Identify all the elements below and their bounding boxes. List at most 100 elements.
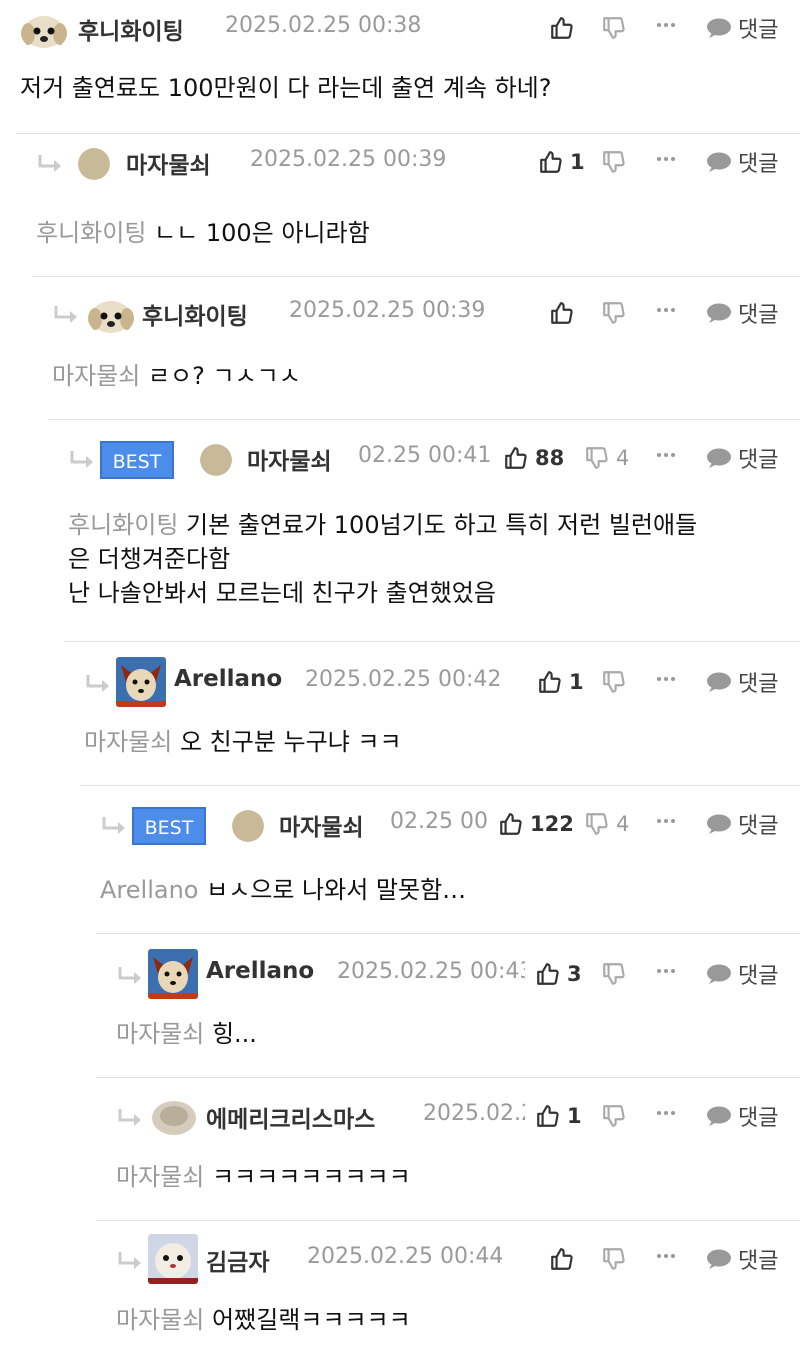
- comment-item: Arellano 2025.02.25 00:42 1 댓글 마자물쇠 오 친구…: [64, 641, 800, 785]
- comment-author[interactable]: 마자물쇠: [279, 808, 364, 842]
- dislike-button[interactable]: [601, 146, 633, 178]
- like-button[interactable]: [549, 1243, 581, 1275]
- like-button[interactable]: 1: [535, 1100, 582, 1132]
- comment-body: 마자물쇠 ㄹㅇ? ㄱㅅㄱㅅ: [52, 359, 301, 393]
- speech-bubble-icon: [707, 18, 731, 38]
- comment-date: 2025.02.25 00:39: [250, 147, 447, 172]
- comment-author[interactable]: 후니화이팅: [142, 297, 248, 331]
- like-button[interactable]: 1: [537, 666, 584, 698]
- comment-author[interactable]: Arellano: [174, 666, 282, 692]
- thumbs-down-icon: [586, 447, 608, 469]
- like-button[interactable]: [549, 297, 581, 329]
- dislike-button[interactable]: [601, 12, 633, 44]
- comment-author[interactable]: 마자물쇠: [126, 146, 211, 180]
- like-button[interactable]: [549, 12, 581, 44]
- mention-user[interactable]: 마자물쇠: [116, 1306, 204, 1334]
- thumbs-down-icon: [603, 1248, 625, 1270]
- thumbs-up-icon: [551, 302, 573, 324]
- dislike-button[interactable]: [601, 958, 633, 990]
- more-options-button[interactable]: [655, 668, 677, 694]
- dislike-button[interactable]: [601, 297, 633, 329]
- mention-user[interactable]: 후니화이팅: [36, 219, 146, 247]
- like-count: 1: [570, 150, 585, 174]
- more-options-button[interactable]: [655, 1102, 677, 1128]
- comment-author[interactable]: Arellano: [206, 958, 314, 984]
- speech-bubble-icon: [707, 814, 731, 834]
- thumbs-up-icon: [537, 1105, 559, 1127]
- reply-label: 댓글: [738, 303, 779, 328]
- comment-text: ㄴㄴ 100은 아니라함: [154, 219, 370, 247]
- comment-date: 2025.02.25 00:43: [423, 1101, 525, 1126]
- speech-bubble-icon: [707, 303, 731, 323]
- comment-date: 2025.02.25 00:38: [225, 13, 422, 38]
- dog-avatar[interactable]: [116, 657, 166, 707]
- mention-user[interactable]: Arellano: [100, 876, 198, 904]
- comment-body: 후니화이팅 기본 출연료가 100넘기도 하고 특히 저런 빌런애들 은 더챙겨…: [68, 508, 697, 610]
- comment-body: 마자물쇠 어쨌길랙ㅋㅋㅋㅋㅋ: [116, 1303, 411, 1337]
- dislike-button[interactable]: 4: [584, 808, 629, 840]
- avatar[interactable]: [232, 810, 264, 842]
- speech-bubble-icon: [707, 672, 731, 692]
- more-options-button[interactable]: [655, 810, 677, 836]
- comment-author[interactable]: 에메리크리스마스: [206, 1100, 375, 1134]
- like-button[interactable]: 1: [538, 146, 585, 178]
- puppy-avatar[interactable]: [20, 6, 68, 52]
- more-options-button[interactable]: [655, 1245, 677, 1271]
- reply-button[interactable]: 댓글: [706, 958, 778, 990]
- reply-label: 댓글: [738, 1106, 779, 1131]
- reply-button[interactable]: 댓글: [706, 1243, 778, 1275]
- comment-text: 오 친구분 누구냐 ㅋㅋ: [179, 728, 402, 756]
- comment-date: 02.25 00:41: [358, 443, 492, 468]
- puppy-avatar[interactable]: [148, 1234, 198, 1284]
- like-button[interactable]: 3: [535, 958, 582, 990]
- like-count: 3: [567, 962, 582, 986]
- reply-button[interactable]: 댓글: [706, 808, 778, 840]
- comment-author[interactable]: 후니화이팅: [78, 12, 184, 46]
- reply-label: 댓글: [738, 1249, 779, 1274]
- mention-user[interactable]: 후니화이팅: [68, 511, 178, 539]
- thumbs-down-icon: [603, 17, 625, 39]
- dislike-count: 4: [616, 446, 630, 470]
- more-dots-icon: [657, 1111, 675, 1115]
- thumbs-down-icon: [603, 1105, 625, 1127]
- like-count: 1: [567, 1104, 582, 1128]
- reply-label: 댓글: [738, 448, 779, 473]
- reply-button[interactable]: 댓글: [706, 1100, 778, 1132]
- more-options-button[interactable]: [655, 148, 677, 174]
- comment-item: BEST 마자물쇠 02.25 00:41 88 4 댓글 후니화이팅 기본 출…: [48, 419, 800, 641]
- blurred-avatar[interactable]: [150, 1094, 198, 1140]
- more-options-button[interactable]: [655, 444, 677, 470]
- reply-button[interactable]: 댓글: [706, 146, 778, 178]
- comment-author[interactable]: 김금자: [206, 1243, 269, 1277]
- dislike-button[interactable]: [601, 1243, 633, 1275]
- like-button[interactable]: 88: [503, 442, 564, 474]
- reply-button[interactable]: 댓글: [706, 442, 778, 474]
- reply-button[interactable]: 댓글: [706, 666, 778, 698]
- comment-text: 난 나솔안봐서 모르는데 친구가 출연했었음: [68, 579, 496, 607]
- mention-user[interactable]: 마자물쇠: [52, 362, 140, 390]
- reply-label: 댓글: [738, 18, 779, 43]
- comment-author[interactable]: 마자물쇠: [247, 442, 332, 476]
- reply-button[interactable]: 댓글: [706, 297, 778, 329]
- more-options-button[interactable]: [655, 14, 677, 40]
- more-options-button[interactable]: [655, 960, 677, 986]
- reply-button[interactable]: 댓글: [706, 12, 778, 44]
- thumbs-up-icon: [551, 1248, 573, 1270]
- speech-bubble-icon: [707, 964, 731, 984]
- dislike-button[interactable]: [601, 1100, 633, 1132]
- dislike-button[interactable]: 4: [584, 442, 629, 474]
- mention-user[interactable]: 마자물쇠: [116, 1163, 204, 1191]
- avatar[interactable]: [200, 444, 232, 476]
- dog-avatar[interactable]: [148, 949, 198, 999]
- puppy-avatar[interactable]: [87, 291, 135, 337]
- reply-arrow-icon: [70, 451, 93, 468]
- comment-date: 2025.02.25 00:44: [307, 1244, 504, 1269]
- more-dots-icon: [657, 453, 675, 457]
- dislike-button[interactable]: [601, 666, 633, 698]
- mention-user[interactable]: 마자물쇠: [84, 728, 172, 756]
- mention-user[interactable]: 마자물쇠: [116, 1020, 204, 1048]
- more-options-button[interactable]: [655, 299, 677, 325]
- like-button[interactable]: 122: [498, 808, 574, 840]
- avatar[interactable]: [78, 148, 110, 180]
- more-dots-icon: [657, 677, 675, 681]
